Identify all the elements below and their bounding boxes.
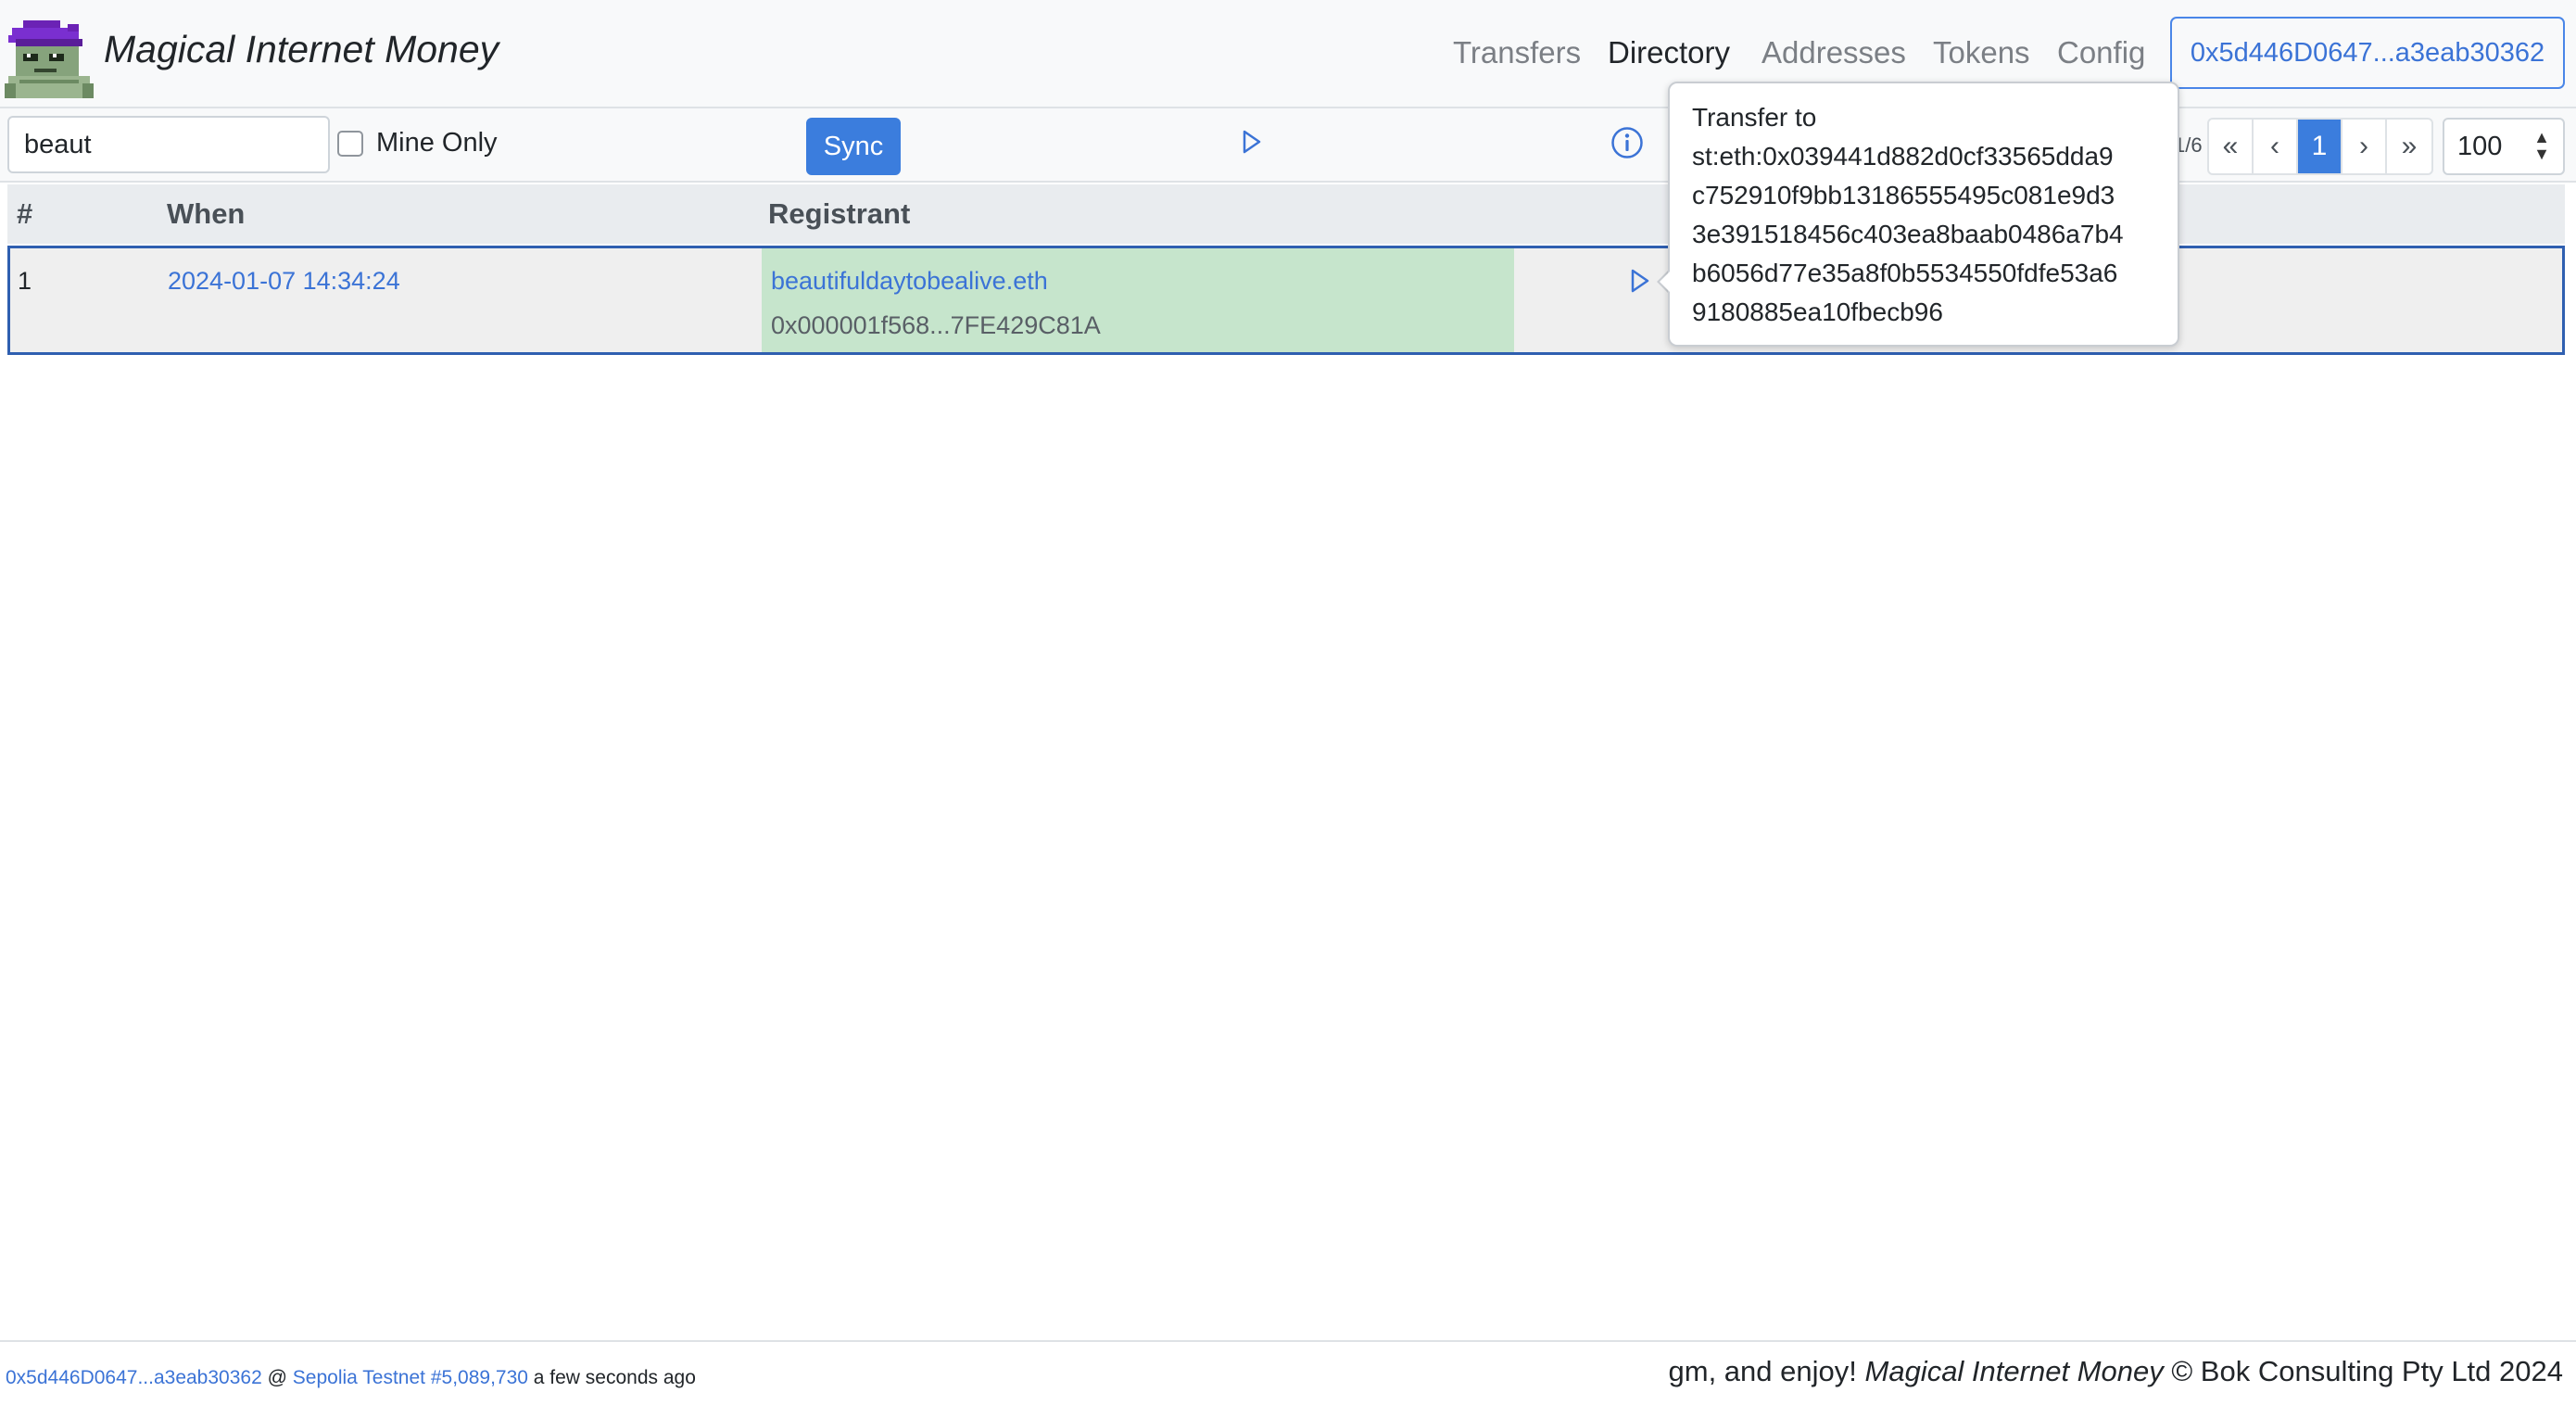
pager-current-page[interactable]: 1 (2298, 120, 2342, 173)
pager-prev-button[interactable]: ‹ (2254, 120, 2298, 173)
tooltip-line: st:eth:0x039441d882d0cf33565dda9 (1692, 142, 2114, 171)
row-when-link[interactable]: 2024-01-07 14:34:24 (168, 267, 400, 296)
footer-updated: a few seconds ago (533, 1367, 696, 1388)
pager-next-button[interactable]: › (2342, 120, 2387, 173)
transfer-tooltip: Transfer to st:eth:0x039441d882d0cf33565… (1668, 82, 2179, 347)
pager-first-button[interactable]: « (2209, 120, 2254, 173)
footer-credits: gm, and enjoy! Magical Internet Money © … (1669, 1355, 2563, 1388)
tooltip-arrow-fill (1660, 271, 1671, 293)
nav-directory[interactable]: Directory (1608, 35, 1730, 70)
footer-status: 0x5d446D0647...a3eab30362 @ Sepolia Test… (6, 1367, 696, 1389)
table-row[interactable]: 1 2024-01-07 14:34:24 beautifuldaytobeal… (7, 246, 2565, 355)
footer-network-link[interactable]: Sepolia Testnet #5,089,730 (293, 1367, 528, 1388)
nav-addresses[interactable]: Addresses (1762, 35, 1906, 70)
toolbar: Mine Only Sync 1/6 « ‹ 1 › » 100 ▲▼ (0, 108, 2576, 183)
tooltip-line: b6056d77e35a8f0b5534550fdfe53a6 (1692, 259, 2118, 287)
account-button[interactable]: 0x5d446D0647...a3eab30362 (2170, 17, 2565, 89)
tooltip-line: 9180885ea10fbecb96 (1692, 297, 1943, 326)
sync-button[interactable]: Sync (806, 118, 901, 175)
play-triangle-icon[interactable] (1242, 130, 1262, 154)
info-circle-icon[interactable] (1610, 126, 1644, 159)
footer-copyright: © Bok Consulting Pty Ltd 2024 (2171, 1355, 2563, 1387)
footer-account-link[interactable]: 0x5d446D0647...a3eab30362 (6, 1367, 262, 1388)
pagination: « ‹ 1 › » (2207, 118, 2433, 175)
play-triangle-icon[interactable] (1630, 269, 1650, 293)
column-header-when[interactable]: When (167, 197, 245, 231)
registrant-address[interactable]: 0x000001f568...7FE429C81A (771, 311, 1101, 340)
footer-brand: Magical Internet Money (1864, 1355, 2164, 1387)
column-header-index: # (17, 197, 33, 230)
tooltip-line: c752910f9bb13186555495c081e9d3 (1692, 181, 2115, 209)
app-footer: 0x5d446D0647...a3eab30362 @ Sepolia Test… (0, 1340, 2576, 1405)
nav-config[interactable]: Config (2057, 35, 2145, 70)
column-header-registrant[interactable]: Registrant (768, 197, 910, 231)
footer-greeting: gm, and enjoy! (1668, 1355, 1857, 1387)
footer-at: @ (267, 1367, 287, 1388)
row-index: 1 (18, 267, 32, 295)
wizard-avatar-icon[interactable] (5, 20, 94, 98)
registrant-name-link[interactable]: beautifuldaytobealive.eth (771, 267, 1048, 296)
nav-transfers[interactable]: Transfers (1453, 35, 1581, 70)
pager-last-button[interactable]: » (2387, 120, 2431, 173)
table-header: # When Registrant (7, 184, 2565, 244)
select-arrows-icon: ▲ ▼ (2533, 128, 2550, 163)
app-header: Magical Internet Money Transfers Directo… (0, 0, 2576, 108)
app-brand[interactable]: Magical Internet Money (104, 28, 499, 71)
tooltip-title: Transfer to (1692, 103, 1817, 132)
search-input[interactable] (7, 116, 330, 173)
per-page-select[interactable]: 100 ▲ ▼ (2443, 118, 2565, 175)
tooltip-line: 3e391518456c403ea8baab0486a7b4 (1692, 220, 2124, 248)
per-page-value: 100 (2457, 132, 2503, 161)
nav-tokens[interactable]: Tokens (1933, 35, 2030, 70)
mine-only-label[interactable]: Mine Only (376, 128, 498, 158)
mine-only-checkbox[interactable] (337, 131, 363, 157)
